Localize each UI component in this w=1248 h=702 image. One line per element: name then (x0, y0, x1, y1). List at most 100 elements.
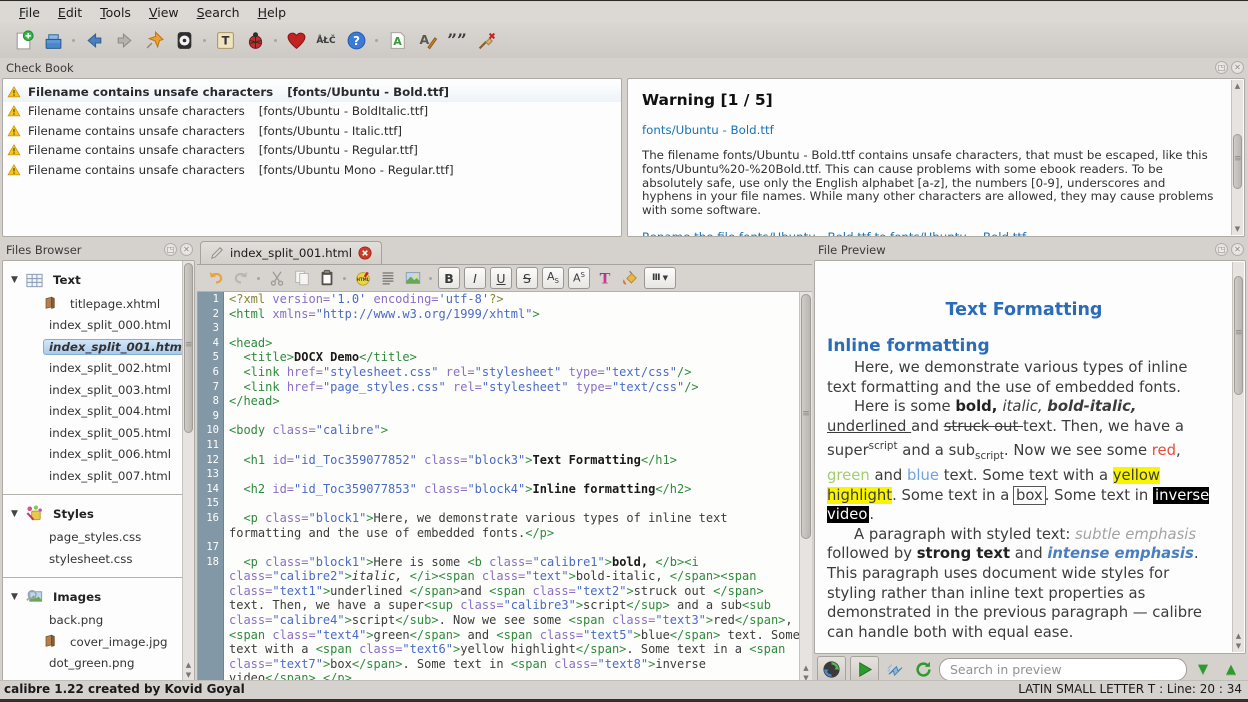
smarten-punctuation-button[interactable]: ”” (444, 28, 470, 54)
preview-search-input[interactable] (939, 658, 1187, 681)
chevron-down-icon[interactable]: ▼ (11, 275, 25, 285)
svg-text:?: ? (353, 34, 360, 48)
reload-preview-button[interactable] (911, 657, 935, 681)
tab-index-split-001[interactable]: index_split_001.html (200, 241, 382, 264)
menu-file[interactable]: File (10, 3, 49, 22)
code-line: 2<html xmlns="http://www.w3.org/1999/xht… (198, 307, 800, 322)
go-back-button[interactable] (81, 28, 107, 54)
sync-arrow-icon (886, 660, 905, 679)
undo-button[interactable] (205, 268, 226, 289)
letter-t-badge-button[interactable]: T (212, 28, 238, 54)
arrange-file-button[interactable]: A (384, 28, 410, 54)
code-line: 3 (198, 321, 800, 336)
close-panel-icon[interactable]: ✕ (180, 243, 193, 256)
superscript-button[interactable]: AS (568, 267, 590, 289)
html-tidy-button[interactable]: HTML (352, 268, 373, 289)
sync-to-position-button[interactable] (883, 657, 907, 681)
menu-view[interactable]: View (140, 3, 188, 22)
float-panel-icon[interactable]: ◳ (1215, 243, 1228, 256)
file-item[interactable]: dot_green.png (3, 653, 194, 675)
chevron-down-icon[interactable]: ▼ (11, 509, 25, 519)
file-item[interactable]: index_split_005.html (3, 422, 194, 444)
remove-unused-css-button[interactable] (474, 28, 500, 54)
auto-reload-button[interactable] (817, 656, 846, 682)
file-item[interactable]: index_split_006.html (3, 444, 194, 466)
files-scrollbar[interactable]: ▲ ▼ (182, 261, 194, 681)
file-item[interactable]: index_split_007.html (3, 465, 194, 487)
font-color-icon: T (596, 269, 614, 287)
fill-color-button[interactable] (619, 268, 640, 289)
file-item[interactable]: index_split_000.html (3, 315, 194, 337)
preview-scrollbar[interactable]: ▲ ▼ (1232, 262, 1244, 652)
warning-row[interactable]: Filename contains unsafe characters[font… (3, 160, 621, 180)
files-section-styles[interactable]: ▼Styles (3, 501, 194, 527)
file-item[interactable]: back.png (3, 610, 194, 632)
warning-row[interactable]: Filename contains unsafe characters[font… (3, 82, 621, 102)
book-icon (43, 634, 58, 649)
warning-icon (7, 143, 21, 157)
donate-heart-button[interactable] (283, 28, 309, 54)
go-forward-button[interactable] (111, 28, 137, 54)
warning-file-link[interactable]: fonts/Ubuntu - Bold.ttf (642, 123, 1218, 137)
copy-button[interactable] (291, 268, 312, 289)
menu-help[interactable]: Help (249, 3, 296, 22)
grid-icon (25, 271, 44, 290)
close-panel-icon[interactable]: ✕ (1231, 61, 1244, 74)
strike-button[interactable]: S (516, 267, 538, 289)
menu-edit[interactable]: Edit (49, 3, 91, 22)
file-item[interactable]: index_split_003.html (3, 379, 194, 401)
tab-close-icon[interactable] (358, 246, 372, 260)
warning-icon (7, 163, 21, 177)
play-icon (855, 660, 874, 679)
file-item[interactable]: stylesheet.css (3, 548, 194, 570)
subscript-button[interactable]: AS (542, 267, 564, 289)
refresh-preview-button[interactable] (850, 656, 879, 682)
warning-fix-link[interactable]: Rename the file fonts/Ubuntu - Bold.ttf … (642, 230, 1218, 237)
warning-row[interactable]: Filename contains unsafe characters[font… (3, 141, 621, 161)
menu-tools[interactable]: Tools (91, 3, 140, 22)
spell-check-button[interactable]: A (414, 28, 440, 54)
file-item[interactable]: index_split_002.html (3, 358, 194, 380)
new-file-button[interactable] (10, 28, 36, 54)
files-section-text[interactable]: ▼Text (3, 267, 194, 293)
redo-button[interactable] (230, 268, 251, 289)
underline-button[interactable]: U (490, 267, 512, 289)
detail-scrollbar[interactable]: ▲ ▼ (1231, 80, 1243, 235)
file-item[interactable]: titlepage.xhtml (3, 293, 194, 315)
file-item[interactable]: index_split_004.html (3, 401, 194, 423)
cut-button[interactable] (266, 268, 287, 289)
special-characters-button[interactable]: ÅŁČ (313, 28, 339, 54)
file-item[interactable]: cover_image.jpg (3, 631, 194, 653)
format-lines-button[interactable] (377, 268, 398, 289)
save-button[interactable] (40, 28, 66, 54)
redo-icon (232, 269, 250, 287)
check-book-bug-button[interactable] (242, 28, 268, 54)
chevron-down-icon[interactable]: ▼ (11, 592, 25, 602)
file-item[interactable]: index_split_001.html (3, 336, 194, 358)
find-previous-icon[interactable]: ▲ (1219, 657, 1243, 681)
help-button[interactable]: ? (343, 28, 369, 54)
file-item[interactable]: page_styles.css (3, 527, 194, 549)
pin-button[interactable] (141, 28, 167, 54)
find-next-icon[interactable]: ▼ (1191, 657, 1215, 681)
warning-row[interactable]: Filename contains unsafe characters[font… (3, 102, 621, 122)
close-panel-icon[interactable]: ✕ (1231, 243, 1244, 256)
float-panel-icon[interactable]: ◳ (164, 243, 177, 256)
menu-search[interactable]: Search (188, 3, 249, 22)
warning-row[interactable]: Filename contains unsafe characters[font… (3, 121, 621, 141)
italic-button[interactable]: I (464, 267, 486, 289)
bold-button[interactable]: B (438, 267, 460, 289)
preview-paragraph: Here, we demonstrate various types of in… (827, 358, 1221, 397)
editor-scrollbar[interactable]: ▲ ▼ (799, 292, 812, 684)
font-color-button[interactable]: T (594, 268, 615, 289)
disc-button[interactable] (171, 28, 197, 54)
letter-t-badge-icon: T (215, 30, 236, 51)
files-section-images[interactable]: ▼Images (3, 584, 194, 610)
svg-text:A: A (393, 35, 402, 48)
code-line: 12 <h1 id="id_Toc359077852" class="block… (198, 453, 800, 468)
code-editor[interactable]: 1<?xml version='1.0' encoding='utf-8'?>2… (197, 292, 800, 684)
block-style-dropdown-button[interactable]: Ⅲ▼ (644, 267, 676, 289)
paste-button[interactable] (316, 268, 337, 289)
insert-image-button[interactable] (402, 268, 423, 289)
float-panel-icon[interactable]: ◳ (1215, 61, 1228, 74)
